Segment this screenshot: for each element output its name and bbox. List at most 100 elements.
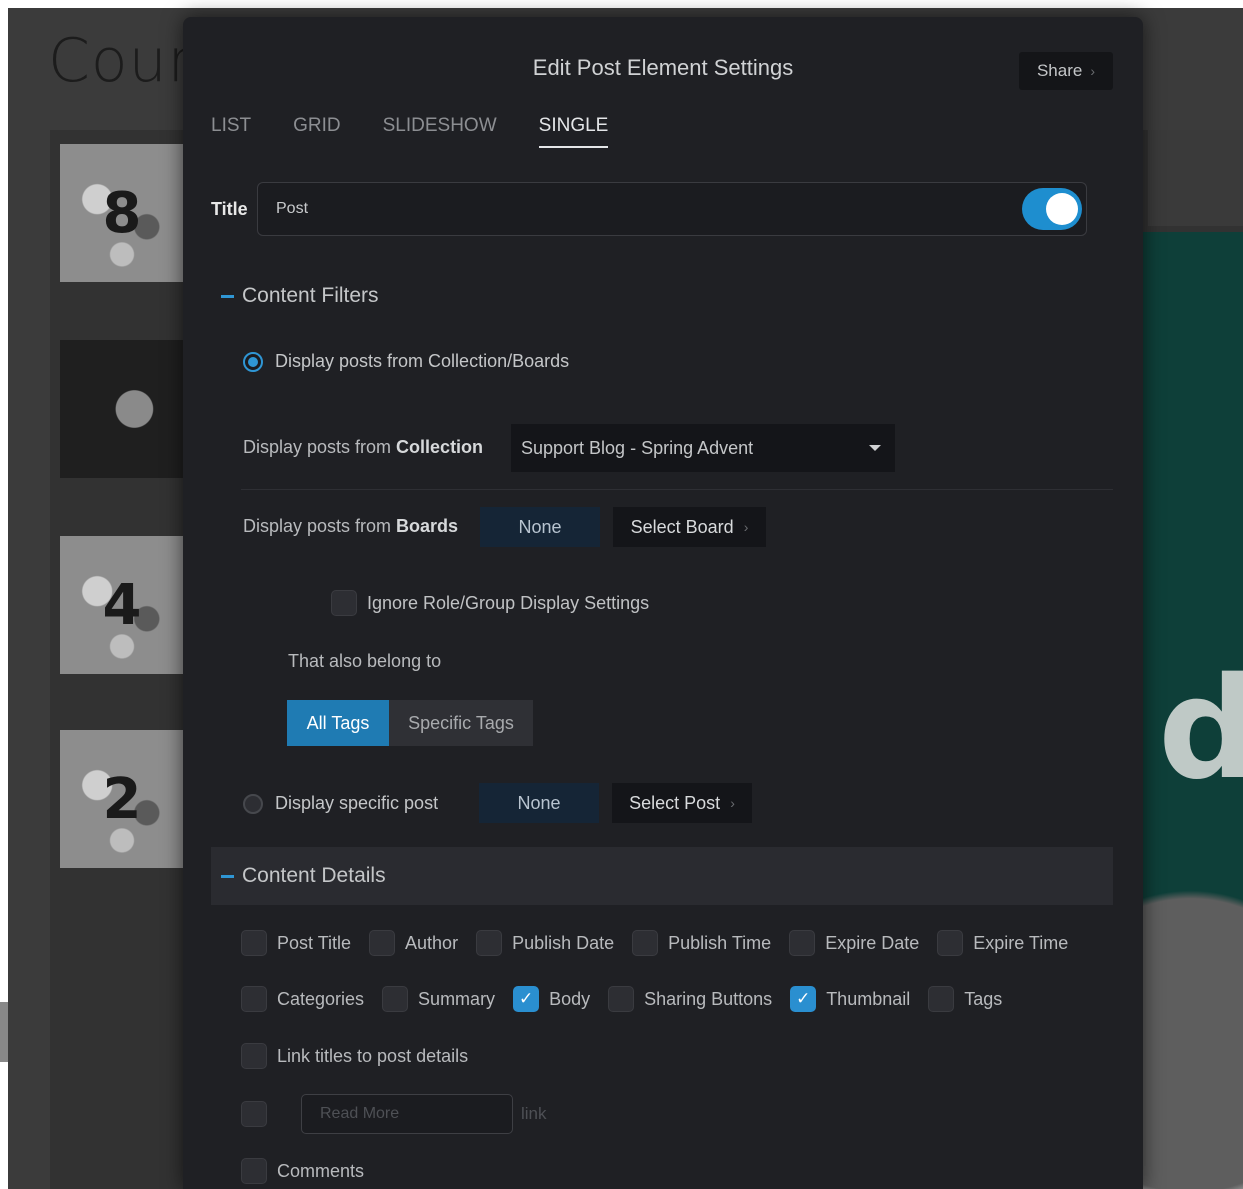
post-title-option[interactable]: Post Title	[241, 930, 351, 956]
collection-selected-value: Support Blog - Spring Advent	[521, 437, 754, 458]
tags-label: Tags	[964, 988, 1003, 1009]
divider	[241, 489, 1113, 490]
sharing-buttons-option[interactable]: Sharing Buttons	[608, 986, 772, 1012]
collapse-icon	[221, 874, 234, 878]
ignore-role-group-row[interactable]: Ignore Role/Group Display Settings	[331, 590, 649, 616]
expire-date-checkbox[interactable]	[789, 930, 816, 956]
author-label: Author	[405, 932, 459, 953]
thumbnail-checkbox[interactable]: ✓	[790, 986, 817, 1012]
publish-time-option[interactable]: Publish Time	[632, 930, 771, 956]
link-titles-option[interactable]: Link titles to post details	[241, 1043, 468, 1069]
boards-label-prefix: Display posts from	[243, 516, 397, 536]
chevron-right-icon: ›	[1090, 63, 1096, 79]
publish-time-checkbox[interactable]	[632, 930, 659, 956]
checkmark-icon: ✓	[796, 989, 811, 1008]
expire-time-option[interactable]: Expire Time	[937, 930, 1068, 956]
edit-post-settings-modal: Edit Post Element Settings Share › LIST …	[183, 17, 1143, 1189]
publish-time-label: Publish Time	[668, 932, 772, 953]
background-thumbnail: 2	[60, 730, 184, 868]
expire-date-option[interactable]: Expire Date	[789, 930, 919, 956]
read-more-checkbox[interactable]	[241, 1101, 267, 1127]
comments-label: Comments	[277, 1160, 365, 1181]
sharing-buttons-label: Sharing Buttons	[644, 988, 773, 1009]
also-belong-label: That also belong to	[288, 651, 442, 671]
tags-checkbox[interactable]	[928, 986, 955, 1012]
link-titles-checkbox[interactable]	[241, 1043, 267, 1069]
expire-time-checkbox[interactable]	[937, 930, 964, 956]
select-post-button[interactable]: Select Post ›	[612, 783, 752, 823]
post-title-label: Post Title	[277, 932, 352, 953]
content-details-row-2: Categories Summary ✓ Body Sharing Buttons…	[241, 986, 1020, 1012]
select-post-label: Select Post	[629, 792, 721, 813]
comments-option[interactable]: Comments	[241, 1158, 364, 1184]
body-label: Body	[549, 988, 591, 1009]
share-button[interactable]: Share ›	[1019, 52, 1113, 90]
categories-checkbox[interactable]	[241, 986, 267, 1012]
collection-label: Display posts from Collection	[243, 437, 483, 458]
title-field[interactable]: Post	[257, 182, 1087, 236]
sharing-buttons-checkbox[interactable]	[608, 986, 635, 1012]
chevron-right-icon: ›	[730, 795, 735, 811]
caret-down-icon	[869, 445, 881, 451]
author-checkbox[interactable]	[369, 930, 396, 956]
tab-single[interactable]: SINGLE	[538, 115, 609, 148]
checkmark-icon: ✓	[518, 989, 534, 1008]
select-board-label: Select Board	[630, 516, 734, 537]
content-filters-title: Content Filters	[242, 284, 379, 307]
share-button-label: Share	[1036, 61, 1083, 80]
tab-list[interactable]: LIST	[211, 115, 251, 148]
content-details-title: Content Details	[242, 864, 386, 887]
tags-option[interactable]: Tags	[928, 986, 1002, 1012]
author-option[interactable]: Author	[369, 930, 458, 956]
body-option[interactable]: ✓ Body	[513, 986, 590, 1012]
background-thumbnail: 4	[60, 536, 184, 674]
tab-slideshow[interactable]: SLIDESHOW	[383, 115, 497, 148]
categories-label: Categories	[277, 988, 365, 1009]
select-board-button[interactable]: Select Board ›	[613, 507, 766, 547]
radio-selected-icon	[243, 351, 263, 372]
thumbnail-label: Thumbnail	[826, 988, 911, 1009]
background-side-tab	[0, 1002, 8, 1062]
publish-date-label: Publish Date	[512, 932, 615, 953]
expire-time-label: Expire Time	[973, 932, 1069, 953]
radio-specific-post-label: Display specific post	[275, 793, 439, 813]
chevron-right-icon: ›	[743, 519, 749, 535]
all-tags-button[interactable]: All Tags	[287, 700, 389, 746]
categories-option[interactable]: Categories	[241, 986, 364, 1012]
link-titles-row: Link titles to post details	[241, 1043, 486, 1069]
tags-segmented-control: All Tags Specific Tags	[287, 700, 533, 746]
radio-collection-boards-label: Display posts from Collection/Boards	[275, 351, 570, 371]
background-image-letter: d	[1158, 648, 1243, 811]
radio-specific-post[interactable]: Display specific post	[243, 793, 438, 814]
publish-date-checkbox[interactable]	[476, 930, 503, 956]
thumbnail-option[interactable]: ✓ Thumbnail	[790, 986, 910, 1012]
post-title-checkbox[interactable]	[241, 930, 267, 956]
radio-unselected-icon	[243, 793, 263, 814]
ignore-role-group-checkbox[interactable]	[331, 590, 357, 616]
summary-option[interactable]: Summary	[382, 986, 495, 1012]
read-more-row: Read More link	[241, 1094, 547, 1134]
radio-collection-boards[interactable]: Display posts from Collection/Boards	[243, 351, 569, 372]
title-visibility-toggle[interactable]	[1022, 188, 1082, 230]
modal-title: Edit Post Element Settings	[532, 55, 794, 80]
comments-checkbox[interactable]	[241, 1158, 267, 1184]
collection-select[interactable]: Support Blog - Spring Advent	[511, 424, 895, 472]
collection-label-prefix: Display posts from	[243, 437, 397, 457]
specific-tags-button[interactable]: Specific Tags	[389, 700, 533, 746]
boards-value: None	[480, 507, 600, 547]
read-more-input[interactable]: Read More	[301, 1094, 513, 1134]
tab-grid[interactable]: GRID	[293, 115, 341, 148]
comments-row: Comments	[241, 1158, 382, 1184]
body-checkbox[interactable]: ✓	[513, 986, 540, 1012]
summary-checkbox[interactable]	[382, 986, 409, 1012]
content-details-header[interactable]: Content Details	[211, 847, 1113, 905]
background-thumbnail	[60, 340, 184, 478]
publish-date-option[interactable]: Publish Date	[476, 930, 614, 956]
read-more-suffix: link	[521, 1104, 547, 1123]
expire-date-label: Expire Date	[825, 932, 920, 953]
link-titles-label: Link titles to post details	[277, 1045, 469, 1066]
title-row: Title Post	[211, 182, 1087, 236]
content-details-row-1: Post Title Author Publish Date Publish T…	[241, 930, 1086, 956]
content-filters-header[interactable]: Content Filters	[211, 267, 1113, 325]
summary-label: Summary	[418, 988, 496, 1009]
